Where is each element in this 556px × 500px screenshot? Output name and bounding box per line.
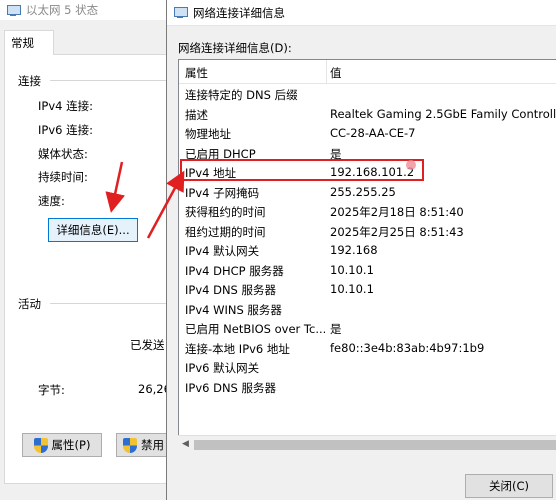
row-property: IPv4 DHCP 服务器: [185, 263, 284, 278]
row-value: fe80::3e4b:83ab:4b97:1b9: [330, 340, 485, 355]
bytes-label: 字节:: [38, 383, 65, 397]
ethernet-status-title: 以太网 5 状态: [26, 3, 99, 17]
row-value: 是: [330, 322, 342, 336]
row-property: IPv4 默认网关: [185, 244, 260, 258]
uac-shield-icon: [33, 437, 48, 453]
row-value: Realtek Gaming 2.5GbE Family Controlle: [330, 106, 556, 121]
details-row[interactable]: 物理地址 CC-28-AA-CE-7: [179, 123, 556, 143]
row-property: IPv4 DNS 服务器: [185, 283, 277, 297]
details-row[interactable]: 描述 Realtek Gaming 2.5GbE Family Controlle: [179, 104, 556, 124]
row-property: 描述: [185, 107, 208, 122]
network-connection-details-dialog: 网络连接详细信息 网络连接详细信息(D): 属性 值 连接特定的 DNS 后缀描…: [166, 0, 556, 500]
details-row[interactable]: IPv4 WINS 服务器: [179, 299, 556, 319]
network-adapter-icon: [6, 4, 21, 16]
properties-button-label: 属性(P): [51, 438, 91, 452]
details-button-label: 详细信息(E)...: [56, 223, 130, 237]
media-state-label: 媒体状态:: [38, 147, 88, 161]
list-rows: 连接特定的 DNS 后缀 描述 Realtek Gaming 2.5GbE Fami…: [179, 84, 556, 396]
details-row[interactable]: IPv4 DNS 服务器 10.10.1: [179, 279, 556, 299]
details-row[interactable]: 获得租约的时间 2025年2月18日 8:51:40: [179, 201, 556, 221]
activity-section-label: 活动: [18, 297, 41, 311]
ethernet-status-dialog: 以太网 5 状态 常规 连接 IPv4 连接: IPv6 连接: 媒体状态: 持…: [0, 0, 176, 500]
properties-button[interactable]: 属性(P): [22, 433, 102, 457]
column-header-value[interactable]: 值: [330, 65, 342, 81]
row-property: IPv6 DNS 服务器: [185, 380, 277, 395]
tab-general[interactable]: 常规: [4, 30, 54, 55]
details-list-view[interactable]: 属性 值 连接特定的 DNS 后缀 描述 Realtek Gaming 2.5GbE…: [178, 59, 556, 453]
duration-label: 持续时间:: [38, 170, 88, 184]
details-row[interactable]: IPv4 默认网关 192.168: [179, 240, 556, 260]
mouse-cursor: [406, 160, 416, 170]
details-row[interactable]: 连接特定的 DNS 后缀: [179, 84, 556, 104]
ipv4-highlight-box: [180, 159, 424, 181]
details-button[interactable]: 详细信息(E)...: [48, 218, 138, 242]
details-row[interactable]: IPv6 DNS 服务器: [179, 377, 556, 397]
ipv4-connectivity-label: IPv4 连接:: [38, 99, 93, 113]
disable-button-label: 禁用: [141, 438, 164, 452]
row-value: 10.10.1: [330, 262, 374, 277]
connection-section-label: 连接: [18, 74, 41, 88]
list-header: 属性 值: [179, 60, 556, 84]
details-row[interactable]: IPv6 默认网关: [179, 357, 556, 377]
details-row[interactable]: IPv4 DHCP 服务器 10.10.1: [179, 260, 556, 280]
column-divider[interactable]: [326, 60, 327, 84]
row-value: 2025年2月25日 8:51:43: [330, 224, 464, 239]
row-property: 连接特定的 DNS 后缀: [185, 88, 298, 102]
details-row[interactable]: IPv4 子网掩码 255.255.25: [179, 182, 556, 202]
general-tab-panel: [4, 54, 174, 484]
row-property: 连接-本地 IPv6 地址: [185, 341, 290, 356]
row-value: 192.168: [330, 243, 378, 257]
ipv6-connectivity-label: IPv6 连接:: [38, 123, 93, 137]
close-button[interactable]: 关闭(C): [465, 474, 553, 498]
row-value: 255.255.25: [330, 184, 396, 199]
row-property: IPv4 WINS 服务器: [185, 302, 282, 317]
network-adapter-icon: [173, 7, 188, 18]
scrollbar-thumb[interactable]: [194, 440, 556, 450]
activity-separator: [50, 303, 172, 304]
horizontal-scrollbar[interactable]: ◀: [178, 435, 556, 453]
column-header-property[interactable]: 属性: [185, 65, 208, 81]
row-value: 10.10.1: [330, 282, 374, 296]
connection-separator: [50, 80, 172, 81]
uac-shield-icon: [123, 437, 137, 453]
details-row[interactable]: 连接-本地 IPv6 地址 fe80::3e4b:83ab:4b97:1b9: [179, 338, 556, 358]
row-property: 物理地址: [185, 127, 231, 141]
row-property: 租约过期的时间: [185, 224, 266, 239]
row-property: IPv4 子网掩码: [185, 185, 260, 200]
scroll-left-arrow-icon[interactable]: ◀: [182, 439, 189, 449]
details-titlebar: 网络连接详细信息: [167, 0, 556, 26]
row-property: IPv6 默认网关: [185, 361, 260, 375]
row-value: 2025年2月18日 8:51:40: [330, 205, 464, 219]
speed-label: 速度:: [38, 194, 65, 208]
details-title: 网络连接详细信息: [193, 5, 285, 20]
close-button-label: 关闭(C): [488, 479, 529, 493]
tab-strip: 常规: [0, 30, 172, 55]
row-value: CC-28-AA-CE-7: [330, 126, 416, 140]
details-heading: 网络连接详细信息(D):: [178, 41, 292, 55]
details-row[interactable]: 已启用 NetBIOS over Tc... 是: [179, 318, 556, 338]
sent-label: 已发送: [130, 338, 165, 352]
details-row[interactable]: 租约过期的时间 2025年2月25日 8:51:43: [179, 221, 556, 241]
ethernet-status-titlebar: 以太网 5 状态: [0, 0, 172, 20]
row-property: 获得租约的时间: [185, 205, 266, 219]
row-property: 已启用 NetBIOS over Tc...: [185, 322, 325, 336]
